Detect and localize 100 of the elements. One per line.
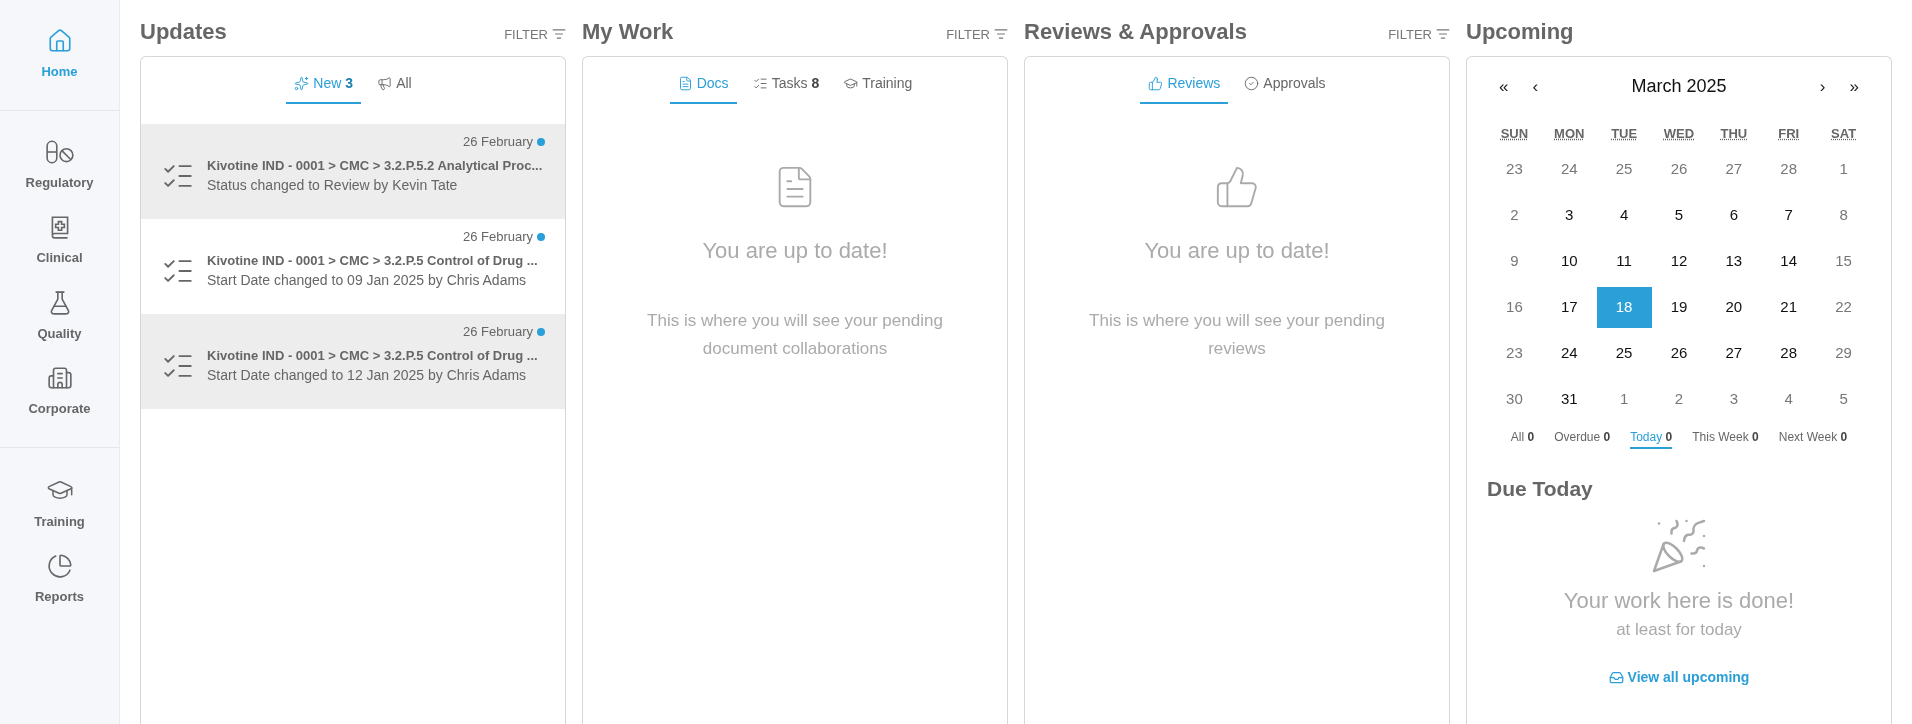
weekday-label: THU — [1720, 125, 1748, 143]
calendar-day[interactable]: 28 — [1761, 148, 1817, 190]
weekday-label: FRI — [1778, 125, 1800, 143]
calendar-day[interactable]: 14 — [1761, 240, 1817, 282]
sparkles-icon — [294, 76, 310, 91]
panel-title: My Work — [582, 18, 674, 46]
empty-heading: You are up to date! — [702, 237, 888, 265]
nav-item[interactable]: Reports — [0, 553, 119, 607]
tab[interactable]: New 3 — [286, 73, 362, 104]
calendar-day[interactable]: 5 — [1816, 378, 1871, 420]
calendar-day[interactable]: 17 — [1541, 286, 1597, 328]
view-all-link[interactable]: View all upcoming — [1608, 666, 1750, 688]
calendar-day[interactable]: 4 — [1761, 378, 1817, 420]
calendar-day[interactable]: 7 — [1761, 194, 1817, 236]
nav-item[interactable]: Quality — [0, 289, 119, 343]
calendar-day[interactable]: 6 — [1706, 194, 1762, 236]
calendar-day[interactable]: 25 — [1596, 332, 1652, 374]
calendar-day[interactable]: 30 — [1487, 378, 1542, 420]
calendar-day[interactable]: 2 — [1651, 378, 1707, 420]
thumbs-up-icon — [1214, 164, 1260, 210]
calendar-day[interactable]: 12 — [1651, 240, 1707, 282]
graduation-cap-icon — [843, 76, 859, 91]
calendar-nav-button[interactable]: » — [1849, 73, 1859, 100]
tab[interactable]: Tasks 8 — [744, 73, 828, 104]
filter-icon — [994, 27, 1008, 42]
weekday-label: SAT — [1831, 125, 1857, 143]
nav-item[interactable]: Corporate — [0, 365, 119, 419]
calendar-day[interactable]: 16 — [1487, 286, 1542, 328]
calendar-day[interactable]: 28 — [1761, 332, 1817, 374]
update-item[interactable]: 26 February Kivotine IND - 0001 > CMC > 3.2.P.5.2 Analytical Proc... Status changed to Review by Kevin Tate — [141, 124, 565, 219]
calendar-day[interactable]: 22 — [1816, 286, 1871, 328]
empty-heading: You are up to date! — [1144, 237, 1330, 265]
due-filter-tab[interactable]: Next Week 0 — [1778, 427, 1848, 449]
section-title: Due Today — [1487, 476, 1593, 500]
tab[interactable]: Docs — [669, 73, 737, 104]
nav-item[interactable]: Regulatory — [0, 138, 119, 192]
filter-button[interactable]: FILTER — [946, 24, 1008, 48]
calendar-day[interactable]: 23 — [1487, 332, 1542, 374]
calendar-day[interactable]: 25 — [1596, 148, 1652, 190]
weekday-label: WED — [1663, 125, 1695, 143]
panel-title: Updates — [140, 18, 227, 46]
calendar-day[interactable]: 2 — [1487, 194, 1542, 236]
due-filter-tab[interactable]: Overdue 0 — [1554, 427, 1611, 449]
calendar-day[interactable]: 31 — [1541, 378, 1597, 420]
calendar-day[interactable]: 27 — [1706, 148, 1762, 190]
empty-heading: Your work here is done! — [1563, 587, 1795, 615]
update-item[interactable]: 26 February Kivotine IND - 0001 > CMC > 3.2.P.5 Control of Drug ... Start Date changed to 12 Jan 2025 by Chris Adams — [141, 314, 565, 409]
calendar-day[interactable]: 3 — [1541, 194, 1597, 236]
update-date: 26 February — [462, 228, 533, 246]
due-filter-tab[interactable]: All 0 — [1510, 427, 1535, 449]
tab[interactable]: Approvals — [1236, 73, 1334, 104]
calendar-nav-button[interactable]: « — [1499, 73, 1509, 100]
calendar-day[interactable]: 29 — [1816, 332, 1871, 374]
calendar-day[interactable]: 3 — [1706, 378, 1762, 420]
calendar-day[interactable]: 26 — [1651, 332, 1707, 374]
calendar-day[interactable]: 27 — [1706, 332, 1762, 374]
calendar-day[interactable]: 18 — [1596, 286, 1652, 328]
calendar-day[interactable]: 21 — [1761, 286, 1817, 328]
filter-button[interactable]: FILTER — [504, 24, 566, 48]
calendar-day[interactable]: 23 — [1487, 148, 1542, 190]
weekday-label: MON — [1554, 125, 1585, 143]
due-filter-tab[interactable]: This Week 0 — [1692, 427, 1759, 449]
filter-button[interactable]: FILTER — [1388, 24, 1450, 48]
nav-item[interactable]: Training — [0, 475, 119, 531]
nav-item[interactable]: Clinical — [0, 214, 119, 268]
calendar-day[interactable]: 11 — [1596, 240, 1652, 282]
thumbs-up-icon — [1148, 76, 1164, 91]
panel-title: Upcoming — [1466, 18, 1574, 46]
calendar-nav-button[interactable]: › — [1819, 73, 1826, 100]
calendar-day[interactable]: 13 — [1706, 240, 1762, 282]
calendar-day[interactable]: 20 — [1706, 286, 1762, 328]
update-path: Kivotine IND - 0001 > CMC > 3.2.P.5.2 Analytical Proc... — [207, 156, 543, 175]
calendar-day[interactable]: 5 — [1651, 194, 1707, 236]
calendar-day[interactable]: 10 — [1541, 240, 1597, 282]
tab[interactable]: Reviews — [1140, 73, 1229, 104]
calendar-day[interactable]: 19 — [1651, 286, 1707, 328]
due-filter-tab[interactable]: Today 0 — [1630, 427, 1673, 449]
update-date: 26 February — [462, 133, 533, 151]
calendar-day[interactable]: 24 — [1541, 148, 1597, 190]
calendar-day[interactable]: 1 — [1816, 148, 1871, 190]
tab[interactable]: All — [369, 73, 420, 104]
checklist-icon — [752, 76, 768, 91]
tab[interactable]: Training — [835, 73, 921, 104]
filter-icon — [552, 27, 566, 42]
empty-message: This is where you will see your pending reviews — [1088, 310, 1386, 360]
calendar-day[interactable]: 15 — [1816, 240, 1871, 282]
nav-item[interactable]: Home — [0, 28, 119, 82]
building-icon — [46, 365, 73, 391]
check-circle-icon — [1244, 76, 1260, 91]
calendar-day[interactable]: 8 — [1816, 194, 1871, 236]
pill-icon — [44, 138, 75, 165]
calendar-day[interactable]: 1 — [1596, 378, 1652, 420]
panel-title: Reviews & Approvals — [1024, 18, 1247, 46]
calendar-day[interactable]: 9 — [1487, 240, 1542, 282]
calendar-day[interactable]: 26 — [1651, 148, 1707, 190]
calendar-nav-button[interactable]: ‹ — [1532, 73, 1539, 100]
update-detail: Status changed to Review by Kevin Tate — [207, 176, 459, 195]
calendar-day[interactable]: 24 — [1541, 332, 1597, 374]
calendar-day[interactable]: 4 — [1596, 194, 1652, 236]
weekday-label: SUN — [1500, 125, 1529, 143]
